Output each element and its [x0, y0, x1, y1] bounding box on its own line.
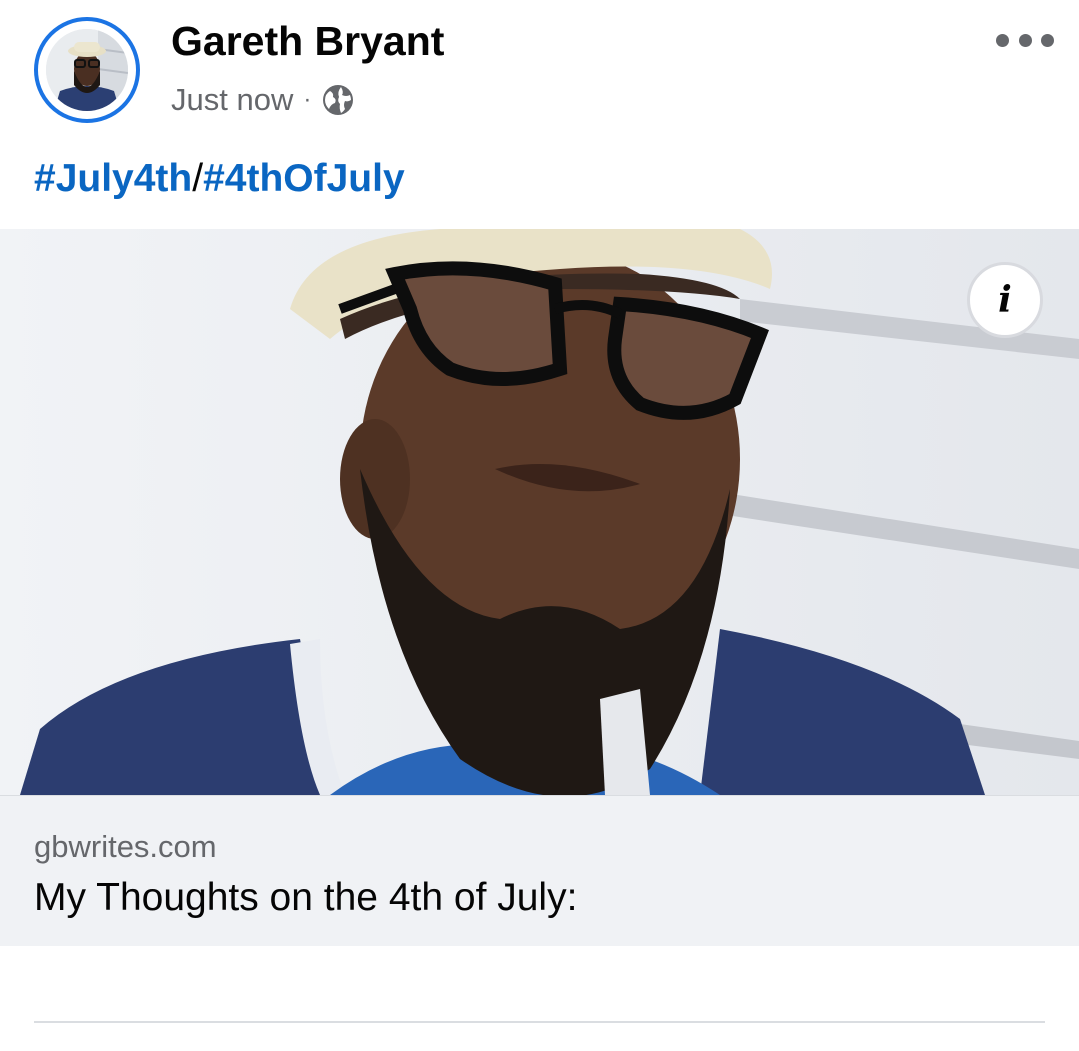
link-title[interactable]: My Thoughts on the 4th of July:	[34, 874, 577, 922]
post-timestamp[interactable]: Just now	[171, 82, 293, 118]
more-options-button[interactable]	[990, 22, 1060, 58]
post-header: Gareth Bryant Just now ·	[0, 0, 1079, 140]
link-preview-card[interactable]: i gbwrites.com My Thoughts on the 4th of…	[0, 229, 1079, 946]
more-horizontal-icon-dot	[1018, 33, 1032, 47]
hashtag-july4th[interactable]: #July4th	[34, 157, 192, 200]
more-horizontal-icon-dot	[1041, 33, 1054, 47]
info-button[interactable]: i	[967, 262, 1043, 338]
avatar-photo	[46, 29, 128, 111]
meta-separator: ·	[303, 86, 312, 113]
feed-post: Gareth Bryant Just now · #July4th/#4thOf…	[0, 0, 1079, 1051]
link-domain: gbwrites.com	[34, 829, 217, 864]
divider	[34, 1021, 1045, 1023]
profile-avatar-button[interactable]	[34, 17, 140, 123]
preview-photo	[0, 229, 1079, 795]
more-horizontal-icon	[996, 33, 1009, 47]
post-meta: Just now ·	[171, 80, 355, 120]
post-text: #July4th/#4thOfJuly	[34, 155, 405, 203]
hashtag-separator: /	[192, 157, 204, 200]
info-icon: i	[998, 279, 1012, 321]
avatar	[46, 29, 128, 111]
link-preview-image[interactable]: i	[0, 229, 1079, 795]
globe-icon[interactable]	[321, 83, 355, 117]
link-preview-footer[interactable]: gbwrites.com My Thoughts on the 4th of J…	[0, 795, 1079, 946]
author-name[interactable]: Gareth Bryant	[171, 16, 444, 66]
hashtag-4thofjuly[interactable]: #4thOfJuly	[203, 157, 405, 200]
